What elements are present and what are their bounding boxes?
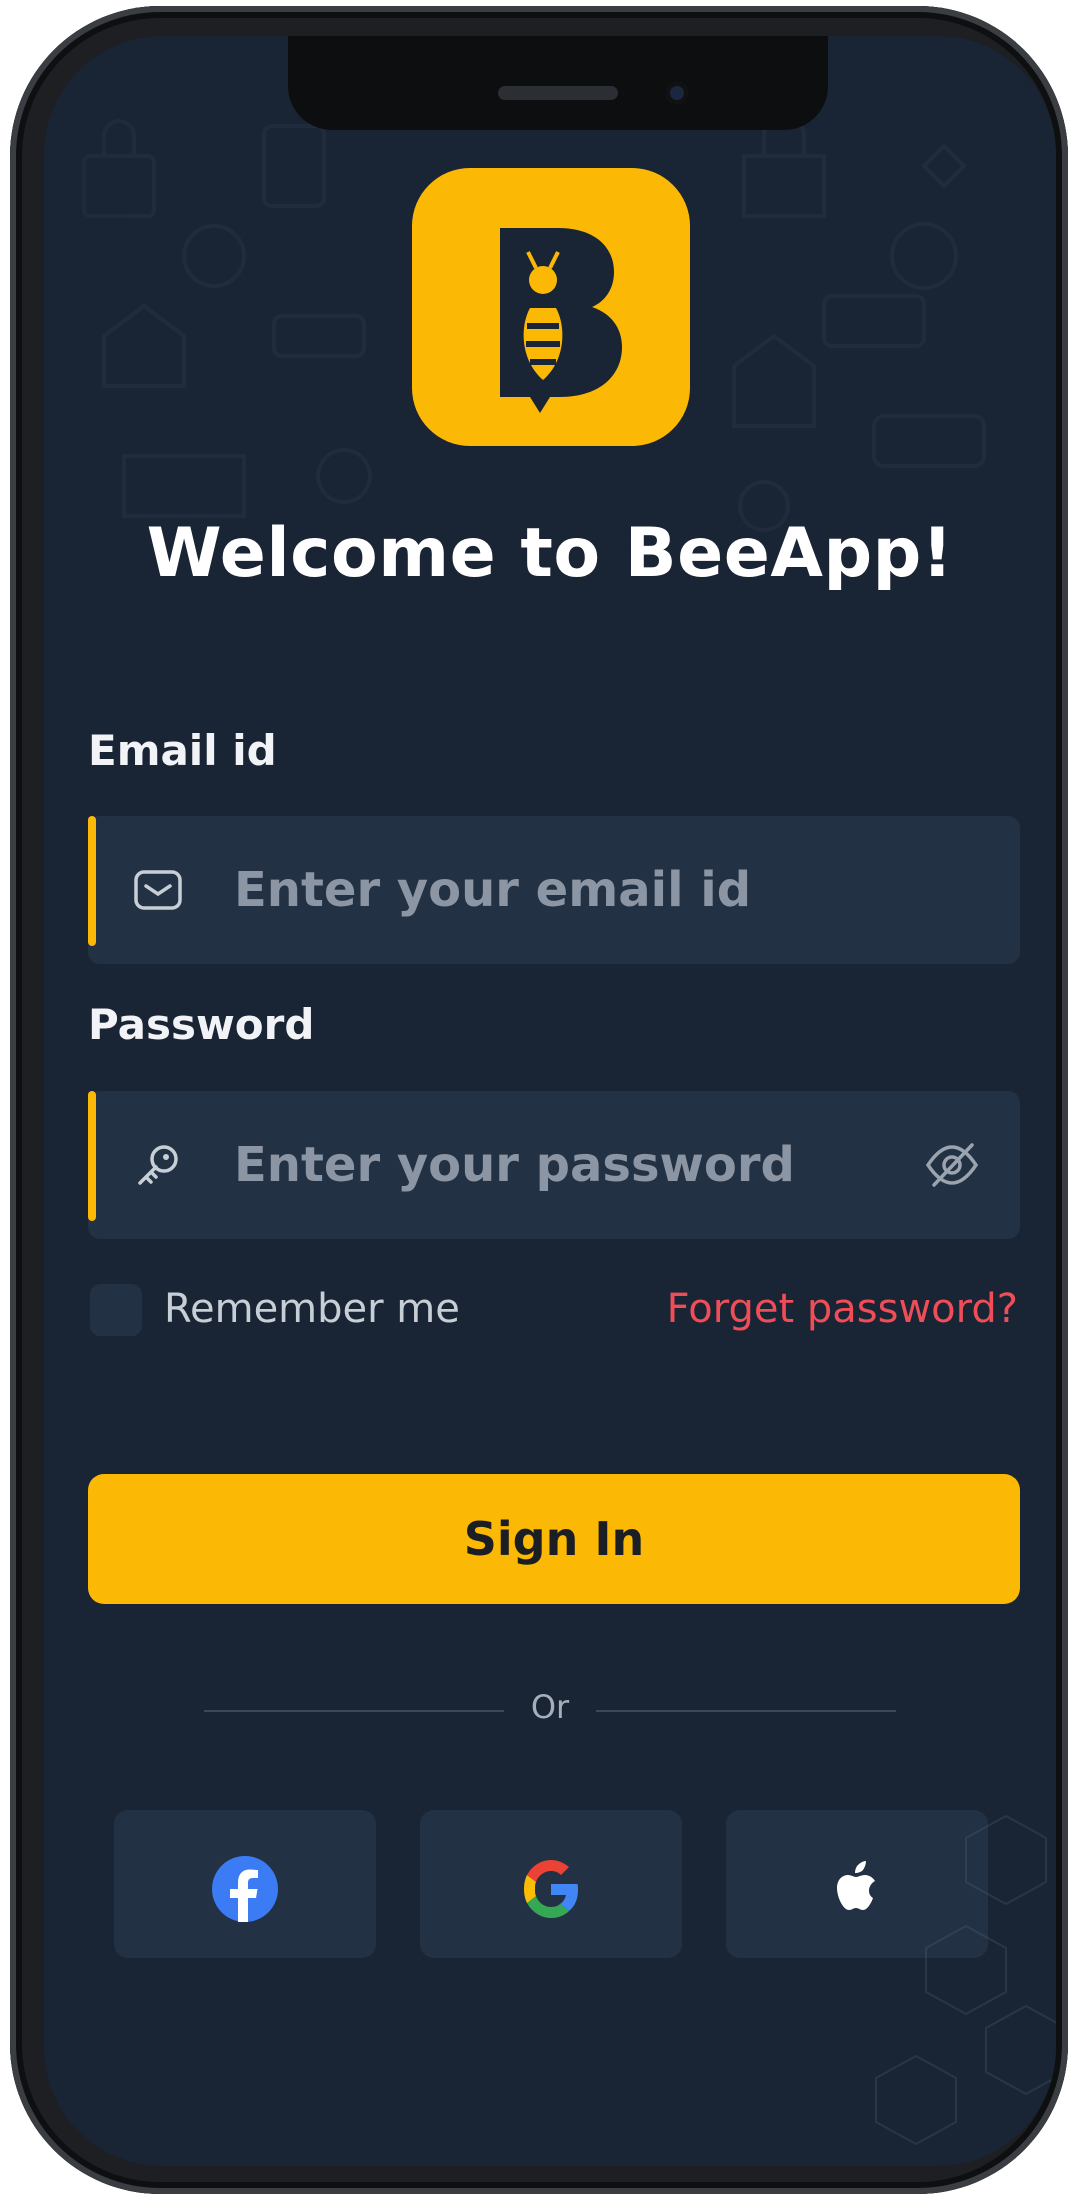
password-field-accent: [88, 1091, 96, 1221]
password-field[interactable]: Enter your password: [88, 1091, 1020, 1239]
front-camera: [666, 82, 688, 104]
email-field[interactable]: Enter your email id: [88, 816, 1020, 964]
key-icon: [138, 1145, 178, 1185]
google-icon: [524, 1860, 578, 1918]
facebook-login-button[interactable]: [114, 1810, 376, 1958]
camera-notch: [288, 36, 828, 130]
google-login-button[interactable]: [420, 1810, 682, 1958]
email-label: Email id: [88, 726, 277, 775]
app-logo: [412, 168, 690, 446]
app-screen: Welcome to BeeApp! Email id Enter your e…: [44, 36, 1056, 2166]
divider-line-right: [596, 1710, 896, 1712]
mail-icon: [134, 870, 182, 910]
remember-me-label[interactable]: Remember me: [164, 1286, 460, 1332]
forgot-password-link[interactable]: Forget password?: [667, 1286, 1018, 1332]
welcome-title: Welcome to BeeApp!: [146, 514, 954, 593]
email-field-accent: [88, 816, 96, 946]
remember-me-checkbox[interactable]: [90, 1284, 142, 1336]
decorative-hexagon-pattern: [875, 1814, 1056, 2146]
phone-frame: Welcome to BeeApp! Email id Enter your e…: [10, 6, 1068, 2194]
sign-in-button[interactable]: Sign In: [88, 1474, 1020, 1604]
password-input-placeholder[interactable]: Enter your password: [234, 1137, 795, 1193]
password-label: Password: [88, 1000, 315, 1049]
eye-off-icon[interactable]: [922, 1135, 982, 1195]
email-input-placeholder[interactable]: Enter your email id: [234, 862, 751, 918]
or-divider-label: Or: [530, 1688, 570, 1726]
speaker-grille: [498, 86, 618, 100]
facebook-icon: [212, 1856, 278, 1922]
bee-logo-icon: [500, 228, 622, 413]
